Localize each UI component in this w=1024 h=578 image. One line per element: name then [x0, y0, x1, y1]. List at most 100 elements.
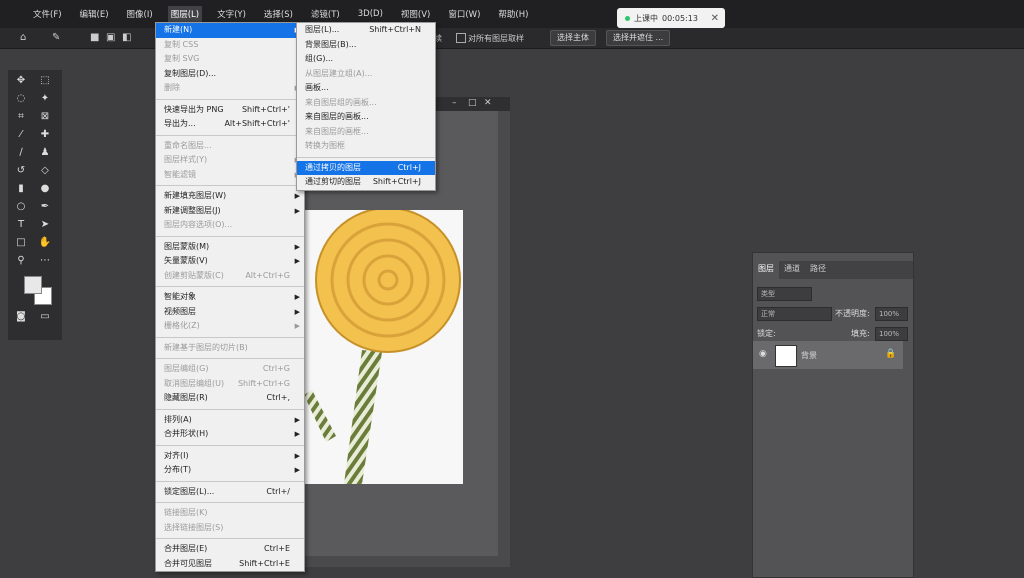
new-submenu-item[interactable]: 从图层建立组(A)... — [297, 67, 435, 82]
menu-type[interactable]: 文字(Y) — [214, 6, 249, 22]
menu-3d[interactable]: 3D(D) — [355, 7, 386, 21]
layer-menu-item[interactable]: 视频图层 ▶ — [156, 305, 304, 320]
new-submenu-item[interactable]: 转换为图框 — [297, 139, 435, 154]
menu-edit[interactable]: 编辑(E) — [77, 6, 112, 22]
new-submenu-item[interactable]: 来自图层组的画板... — [297, 96, 435, 111]
dodge-tool-icon[interactable]: ○ — [14, 200, 28, 214]
new-submenu-item[interactable]: 来自图层的画板... — [297, 110, 435, 125]
layer-menu-item[interactable]: 智能滤镜▶ — [156, 168, 304, 183]
canvas[interactable] — [304, 210, 463, 484]
layer-menu-item[interactable]: 锁定图层(L)... Ctrl+/ — [156, 485, 304, 500]
fill-field[interactable]: 100% — [875, 327, 908, 341]
magic-wand-tool-icon[interactable]: ✦ — [38, 92, 52, 106]
marquee-tool-icon[interactable]: ⬚ — [38, 74, 52, 88]
layer-kind-filter[interactable]: 类型 — [757, 287, 812, 301]
layer-menu-item[interactable]: 图层内容选项(O)... — [156, 218, 304, 233]
new-submenu-item[interactable]: 背景图层(B)... — [297, 38, 435, 53]
layer-name[interactable]: 背景 — [801, 350, 817, 361]
new-submenu-item[interactable]: 组(G)... — [297, 52, 435, 67]
select-and-mask-button[interactable]: 选择并遮住 ... — [606, 30, 671, 46]
select-subject-button[interactable]: 选择主体 — [550, 30, 596, 46]
tab-layers[interactable]: 图层 — [753, 261, 779, 279]
type-tool-icon[interactable]: T — [14, 218, 28, 232]
layer-menu-item[interactable]: 选择链接图层(S) — [156, 521, 304, 536]
layer-menu-item[interactable]: 对齐(I) ▶ — [156, 449, 304, 464]
new-submenu-item[interactable]: 来自图层的画框... — [297, 125, 435, 140]
tab-channels[interactable]: 通道 — [779, 261, 805, 279]
blur-tool-icon[interactable]: ● — [38, 182, 52, 196]
lasso-tool-icon[interactable]: ◌ — [14, 92, 28, 106]
minimize-icon[interactable]: – — [452, 98, 457, 108]
hand-tool-icon[interactable]: ✋ — [38, 236, 52, 250]
layer-menu-item[interactable]: 新建基于图层的切片(B) — [156, 341, 304, 356]
more-tools-icon[interactable]: ⋯ — [38, 254, 52, 268]
layer-menu-item[interactable]: 创建剪贴蒙版(C) Alt+Ctrl+G — [156, 269, 304, 284]
quick-select-tool-icon[interactable]: ✎ — [52, 32, 60, 43]
new-submenu-item[interactable]: 通过拷贝的图层 Ctrl+J — [297, 160, 435, 175]
menu-file[interactable]: 文件(F) — [30, 6, 65, 22]
tab-paths[interactable]: 路径 — [805, 261, 831, 279]
layer-menu-item[interactable]: 隐藏图层(R) Ctrl+, — [156, 391, 304, 406]
layer-menu-item[interactable]: 合并可见图层 Shift+Ctrl+E — [156, 557, 304, 572]
lock-icon[interactable]: 🔒 — [885, 349, 896, 359]
layer-menu-item[interactable]: 矢量蒙版(V) ▶ — [156, 254, 304, 269]
layer-menu-item[interactable]: 链接图层(K) — [156, 506, 304, 521]
layer-menu-item[interactable]: 合并图层(E) Ctrl+E — [156, 542, 304, 557]
menu-image[interactable]: 图像(I) — [124, 6, 156, 22]
layer-row-background[interactable]: ◉ 背景 🔒 — [753, 341, 903, 369]
layer-menu-item[interactable]: 排列(A) ▶ — [156, 413, 304, 428]
frame-tool-icon[interactable]: ⊠ — [38, 110, 52, 124]
close-icon[interactable]: ✕ — [711, 13, 719, 24]
pen-tool-icon[interactable]: ✒ — [38, 200, 52, 214]
subtract-selection-icon[interactable]: ◧ — [122, 32, 131, 43]
blend-mode-select[interactable]: 正常 — [757, 307, 832, 321]
layer-menu-item[interactable]: 复制 SVG — [156, 52, 304, 67]
menu-window[interactable]: 窗口(W) — [445, 6, 483, 22]
layer-menu-item[interactable]: 新建填充图层(W) ▶ — [156, 189, 304, 204]
new-submenu-item[interactable]: 图层(L)... Shift+Ctrl+N — [297, 23, 435, 38]
layer-menu-item[interactable]: 分布(T) ▶ — [156, 463, 304, 478]
eye-icon[interactable]: ◉ — [759, 349, 767, 359]
layer-menu-item[interactable]: 复制图层(D)... — [156, 67, 304, 82]
layer-menu-item[interactable]: 导出为... Alt+Shift+Ctrl+' — [156, 117, 304, 132]
menu-filter[interactable]: 滤镜(T) — [308, 6, 343, 22]
layer-menu-item[interactable]: 快速导出为 PNG Shift+Ctrl+' — [156, 103, 304, 118]
layer-menu-item[interactable]: 新建(N)▶ — [156, 23, 304, 38]
sample-all-layers-checkbox[interactable] — [456, 33, 466, 43]
maximize-icon[interactable]: □ — [468, 98, 477, 108]
layer-menu-item[interactable]: 新建调整图层(J) ▶ — [156, 204, 304, 219]
foreground-color-swatch[interactable] — [24, 276, 42, 294]
gradient-tool-icon[interactable]: ▮ — [14, 182, 28, 196]
opacity-field[interactable]: 100% — [875, 307, 908, 321]
quick-mask-icon[interactable]: ◙ — [14, 310, 28, 324]
eyedropper-tool-icon[interactable]: ⁄ — [14, 128, 28, 142]
history-brush-tool-icon[interactable]: ↺ — [14, 164, 28, 178]
layer-menu-item[interactable]: 合并形状(H) ▶ — [156, 427, 304, 442]
layer-menu-item[interactable]: 重命名图层... — [156, 139, 304, 154]
home-icon[interactable]: ⌂ — [20, 32, 26, 43]
screen-mode-icon[interactable]: ▭ — [38, 310, 52, 324]
layer-menu-item[interactable]: 复制 CSS — [156, 38, 304, 53]
layer-menu-item[interactable]: 栅格化(Z) ▶ — [156, 319, 304, 334]
menu-help[interactable]: 帮助(H) — [495, 6, 531, 22]
close-window-icon[interactable]: ✕ — [484, 98, 492, 108]
layer-menu-item[interactable]: 智能对象 ▶ — [156, 290, 304, 305]
layer-menu-item[interactable]: 取消图层编组(U) Shift+Ctrl+G — [156, 377, 304, 392]
brush-tool-icon[interactable]: ∕ — [14, 146, 28, 160]
crop-tool-icon[interactable]: ⌗ — [14, 110, 28, 124]
menu-view[interactable]: 视图(V) — [398, 6, 433, 22]
layer-menu-item[interactable]: 图层样式(Y)▶ — [156, 153, 304, 168]
layer-menu-item[interactable]: 图层编组(G) Ctrl+G — [156, 362, 304, 377]
eraser-tool-icon[interactable]: ◇ — [38, 164, 52, 178]
menu-select[interactable]: 选择(S) — [261, 6, 296, 22]
new-selection-icon[interactable]: ■ — [90, 32, 99, 43]
layer-menu-item[interactable]: 删除▶ — [156, 81, 304, 96]
rectangle-tool-icon[interactable]: □ — [14, 236, 28, 250]
add-selection-icon[interactable]: ▣ — [106, 32, 115, 43]
new-submenu-item[interactable]: 通过剪切的图层 Shift+Ctrl+J — [297, 175, 435, 190]
menu-layer[interactable]: 图层(L) — [167, 6, 203, 22]
new-submenu-item[interactable]: 画板... — [297, 81, 435, 96]
healing-brush-tool-icon[interactable]: ✚ — [38, 128, 52, 142]
clone-stamp-tool-icon[interactable]: ♟ — [38, 146, 52, 160]
zoom-tool-icon[interactable]: ⚲ — [14, 254, 28, 268]
